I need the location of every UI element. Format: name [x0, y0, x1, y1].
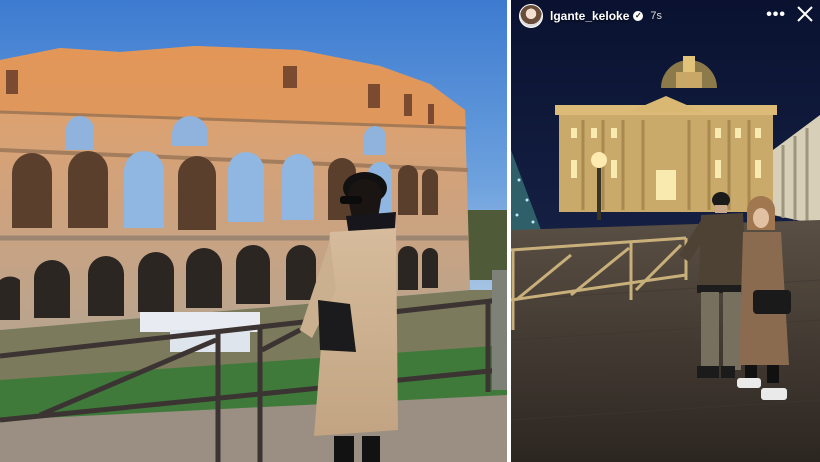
story-username[interactable]: lgante_keloke — [550, 9, 629, 23]
left-photo — [0, 0, 507, 462]
close-icon[interactable] — [796, 5, 814, 23]
more-options-icon[interactable]: ••• — [766, 6, 786, 24]
story-timestamp: 7s — [650, 10, 662, 22]
story-header: lgante_keloke ✓ 7s ••• — [511, 0, 820, 32]
colosseum-photo-icon — [0, 46, 507, 462]
avatar[interactable] — [519, 4, 543, 28]
st-peters-square-photo-icon — [511, 0, 820, 462]
verified-badge-icon: ✓ — [633, 11, 644, 21]
story-photo: lgante_keloke ✓ 7s ••• — [511, 0, 820, 462]
